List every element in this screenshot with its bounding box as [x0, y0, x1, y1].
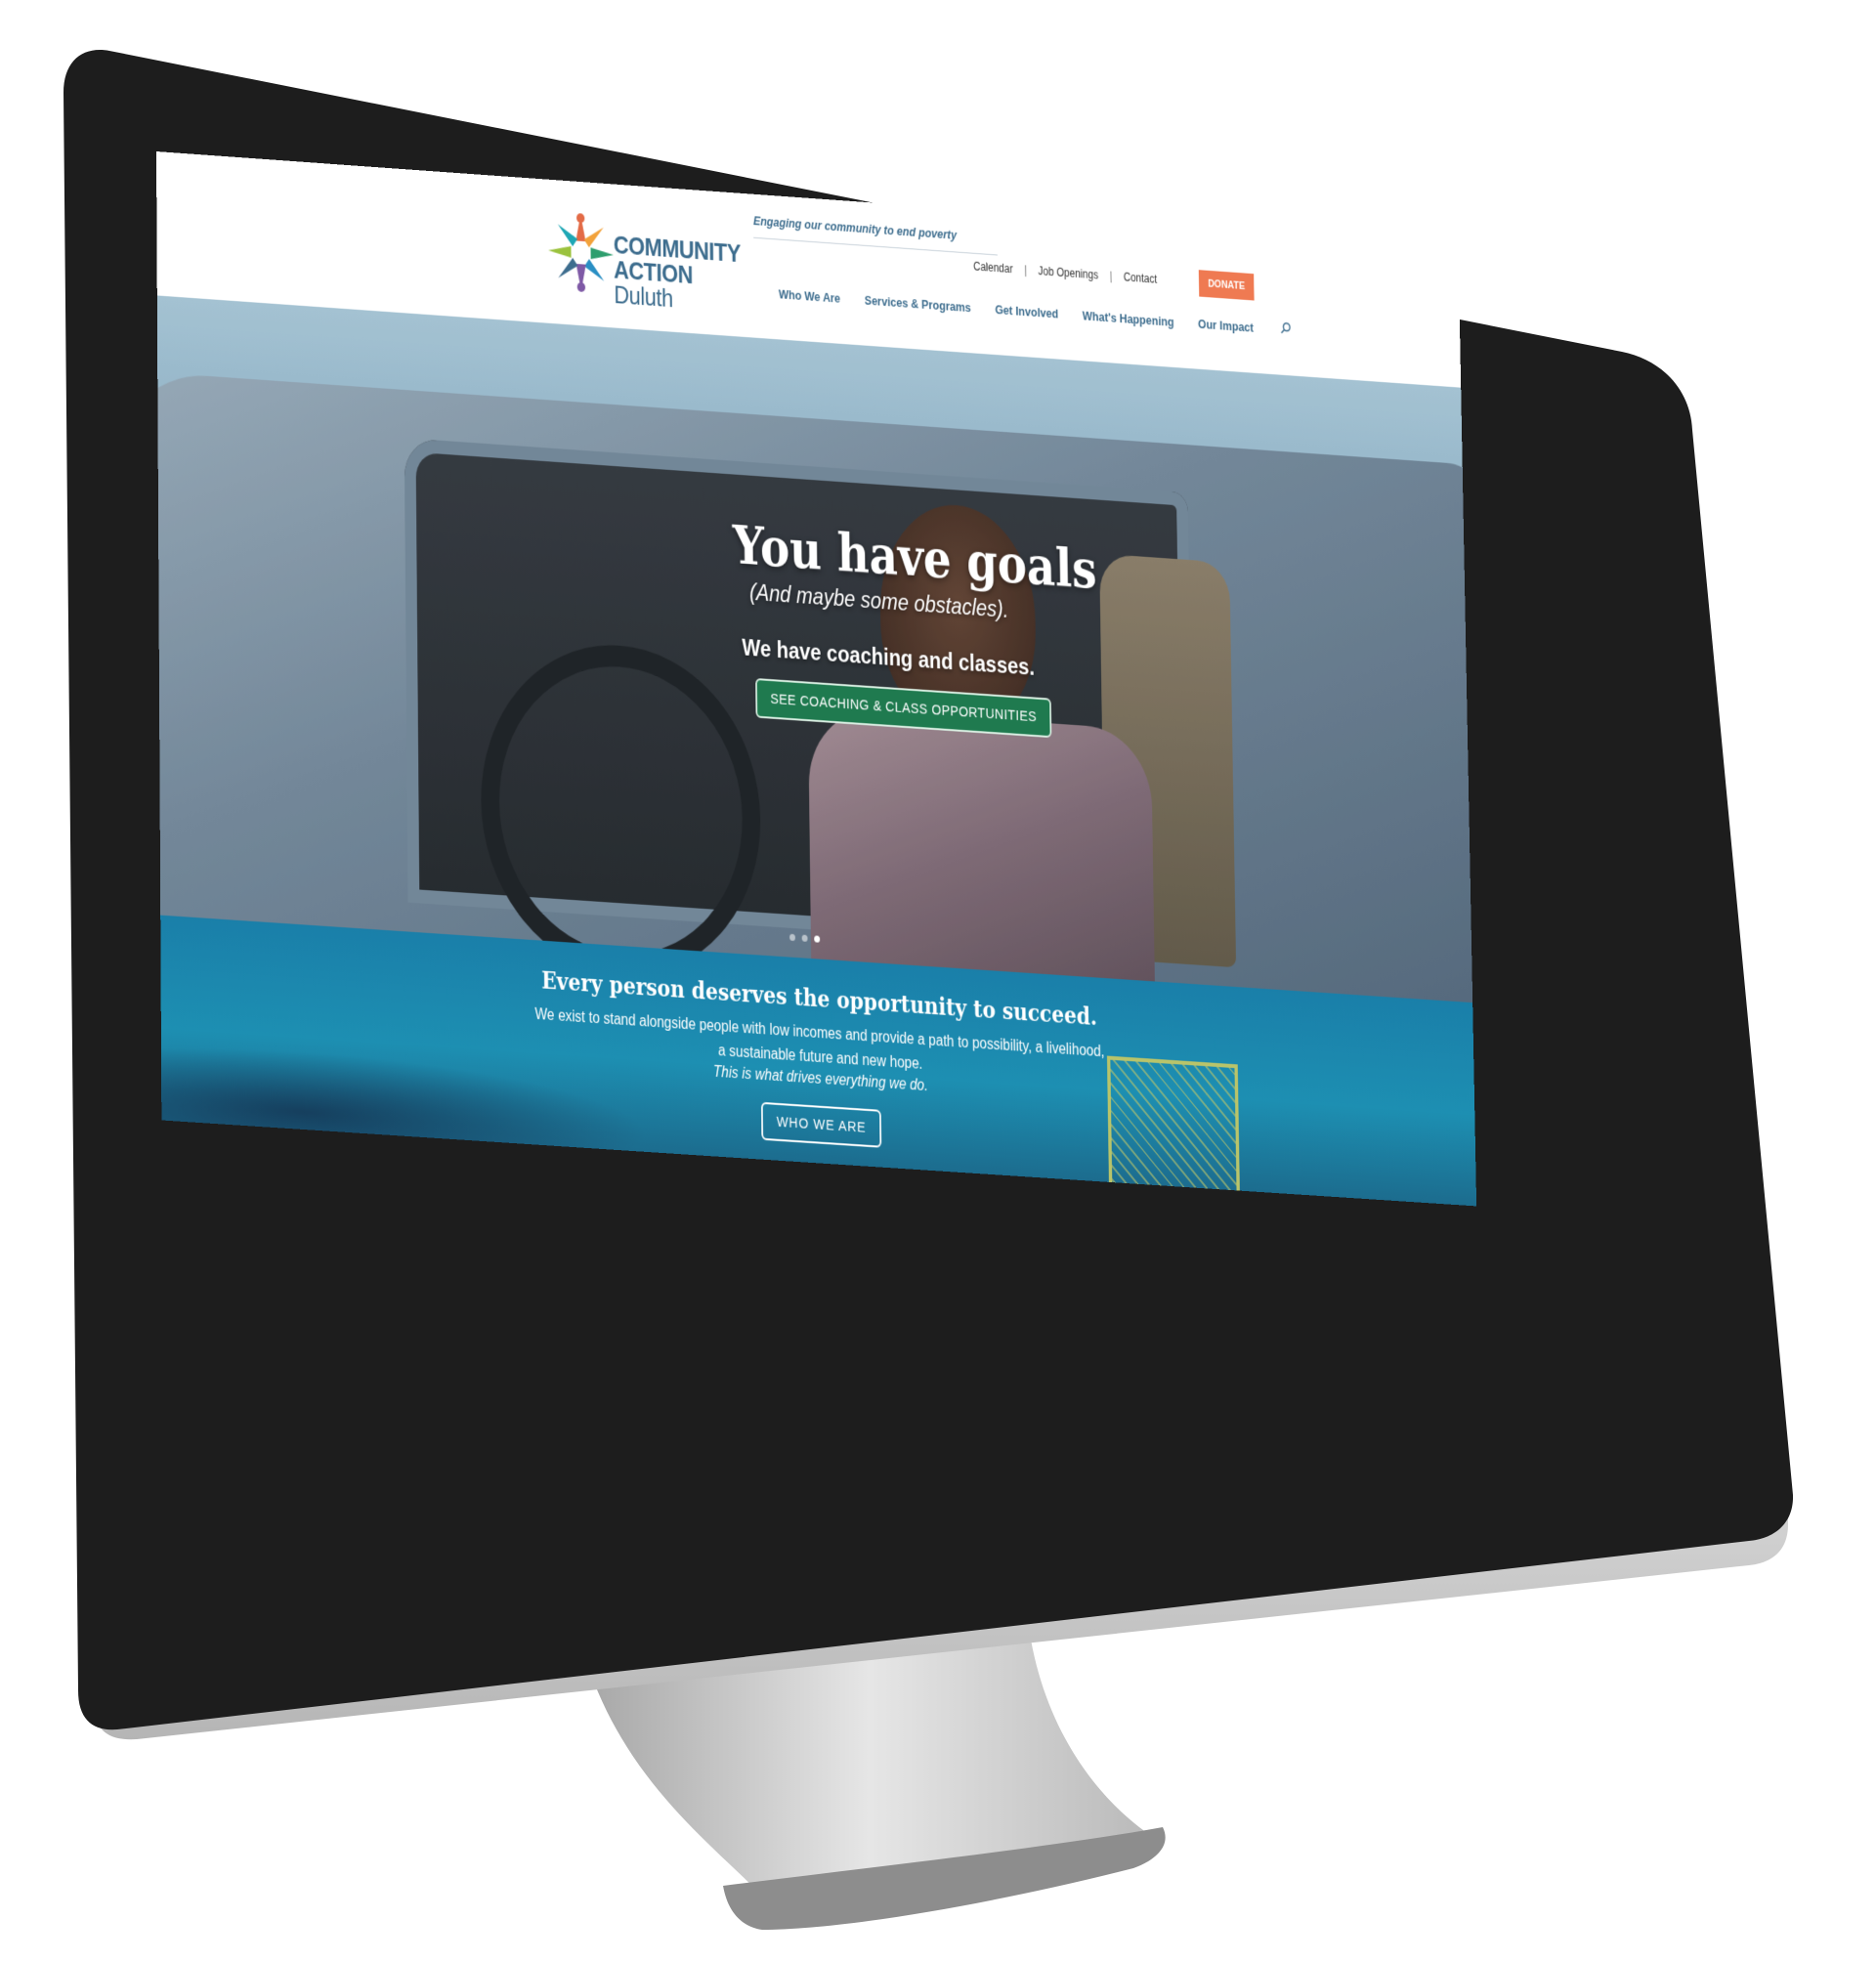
nav-whats-happening[interactable]: What's Happening [1083, 309, 1174, 329]
logo[interactable]: COMMUNITY ACTION Duluth [548, 208, 745, 313]
hero-caption: You have goals (And maybe some obstacles… [732, 514, 1240, 751]
contact-link[interactable]: Contact [1124, 271, 1158, 286]
donate-button[interactable]: DONATE [1198, 270, 1255, 301]
nav-get-involved[interactable]: Get Involved [995, 302, 1058, 320]
nav-services-programs[interactable]: Services & Programs [865, 293, 971, 315]
job-openings-link[interactable]: Job Openings [1038, 264, 1098, 281]
website-screen: COMMUNITY ACTION Duluth Engaging our com… [156, 151, 1477, 1207]
monitor: COMMUNITY ACTION Duluth Engaging our com… [0, 0, 1876, 1962]
logo-wordmark: COMMUNITY ACTION Duluth [614, 230, 745, 316]
utility-nav: Calendar | Job Openings | Contact [973, 260, 1157, 286]
separator: | [1109, 269, 1113, 283]
mission-bg-lift-bridge [1106, 1055, 1241, 1201]
tagline: Engaging our community to end poverty [752, 213, 998, 256]
slider-dot-1[interactable] [789, 933, 795, 942]
nav-who-we-are[interactable]: Who We Are [779, 286, 840, 305]
slider-dot-2[interactable] [801, 934, 808, 942]
logo-starburst-icon [548, 213, 615, 293]
hero-slider: You have goals (And maybe some obstacles… [156, 295, 1473, 1003]
nav-our-impact[interactable]: Our Impact [1198, 317, 1254, 335]
search-icon[interactable] [1281, 321, 1292, 337]
separator: | [1024, 263, 1027, 277]
calendar-link[interactable]: Calendar [973, 260, 1013, 277]
slider-dot-3[interactable] [814, 935, 821, 943]
who-we-are-button[interactable]: WHO WE ARE [761, 1101, 881, 1148]
slider-dots [787, 928, 824, 948]
